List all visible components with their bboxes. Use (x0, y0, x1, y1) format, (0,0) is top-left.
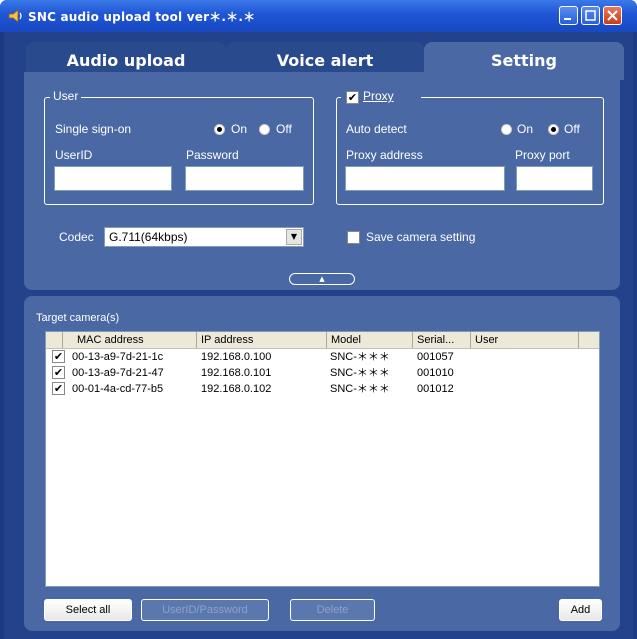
save-camera-setting-checkbox[interactable] (347, 231, 360, 244)
row-checkbox[interactable]: ✔ (52, 350, 65, 363)
add-button[interactable]: Add (559, 599, 602, 621)
model-cell: SNC-＊＊＊ (330, 383, 390, 395)
close-button[interactable] (603, 6, 622, 25)
serial-cell: 001010 (417, 367, 454, 379)
table-header: MAC address IP address Model Serial... U… (46, 332, 599, 349)
mac-cell: 00-13-a9-7d-21-47 (72, 367, 164, 379)
proxy-label: Proxy (363, 89, 394, 103)
codec-value: G.711(64kbps) (109, 230, 188, 244)
maximize-button[interactable] (581, 6, 600, 25)
window-title: SNC audio upload tool ver＊.＊.＊ (28, 10, 256, 24)
auto-detect-on-label: On (517, 122, 534, 136)
single-sign-on-on-radio[interactable] (214, 124, 225, 135)
model-cell: SNC-＊＊＊ (330, 367, 390, 379)
title-bar[interactable]: SNC audio upload tool ver＊.＊.＊ (0, 0, 637, 32)
codec-label: Codec (59, 230, 94, 244)
row-checkbox[interactable]: ✔ (52, 366, 65, 379)
auto-detect-on-radio[interactable] (501, 124, 512, 135)
single-sign-on-off-radio[interactable] (259, 124, 270, 135)
proxy-port-field[interactable] (516, 166, 593, 191)
table-row[interactable]: ✔ 00-01-4a-cd-77-b5 192.168.0.102 SNC-＊＊… (46, 381, 599, 397)
target-cameras-title: Target camera(s) (36, 312, 120, 324)
chevron-up-icon: ▲ (319, 275, 325, 283)
column-serial[interactable]: Serial... (413, 332, 471, 348)
proxy-checkbox[interactable]: ✔ (346, 91, 359, 104)
single-sign-on-on-label: On (231, 122, 248, 136)
model-cell: SNC-＊＊＊ (330, 351, 390, 363)
chevron-down-icon[interactable]: ▼ (286, 229, 302, 245)
user-group-title: User (50, 89, 82, 103)
serial-cell: 001057 (417, 351, 454, 363)
auto-detect-off-label: Off (564, 122, 580, 136)
collapse-button[interactable]: ▲ (289, 273, 355, 285)
camera-table: MAC address IP address Model Serial... U… (45, 331, 600, 587)
row-checkbox[interactable]: ✔ (52, 382, 65, 395)
mac-cell: 00-01-4a-cd-77-b5 (72, 383, 164, 395)
table-row[interactable]: ✔ 00-13-a9-7d-21-1c 192.168.0.100 SNC-＊＊… (46, 349, 599, 365)
password-label: Password (186, 148, 239, 162)
userid-field[interactable] (54, 166, 172, 191)
minimize-icon (564, 18, 571, 20)
single-sign-on-label: Single sign-on (55, 122, 132, 136)
select-all-button[interactable]: Select all (44, 599, 132, 621)
codec-select[interactable]: G.711(64kbps) ▼ (104, 227, 304, 247)
auto-detect-off-radio[interactable] (548, 124, 559, 135)
password-field[interactable] (185, 166, 304, 191)
ip-cell: 192.168.0.100 (201, 351, 272, 363)
serial-cell: 001012 (417, 383, 454, 395)
column-user[interactable]: User (471, 332, 579, 348)
ip-cell: 192.168.0.102 (201, 383, 272, 395)
userid-password-button[interactable]: UserID/Password (141, 599, 269, 621)
ip-cell: 192.168.0.101 (201, 367, 272, 379)
proxy-address-label: Proxy address (346, 148, 423, 162)
column-mac-address[interactable]: MAC address (63, 332, 197, 348)
proxy-address-field[interactable] (345, 166, 505, 191)
close-icon (607, 10, 618, 21)
app-window: SNC audio upload tool ver＊.＊.＊ Audio upl… (0, 0, 637, 639)
proxy-port-label: Proxy port (515, 148, 570, 162)
column-ip-address[interactable]: IP address (197, 332, 327, 348)
minimize-button[interactable] (559, 6, 578, 25)
mac-cell: 00-13-a9-7d-21-1c (72, 351, 164, 363)
save-camera-setting-label: Save camera setting (366, 230, 476, 244)
speaker-icon (8, 9, 22, 23)
auto-detect-label: Auto detect (346, 122, 407, 136)
delete-button[interactable]: Delete (290, 599, 375, 621)
userid-label: UserID (55, 148, 93, 162)
maximize-icon (585, 10, 596, 21)
table-row[interactable]: ✔ 00-13-a9-7d-21-47 192.168.0.101 SNC-＊＊… (46, 365, 599, 381)
column-model[interactable]: Model (327, 332, 413, 348)
single-sign-on-off-label: Off (276, 122, 292, 136)
